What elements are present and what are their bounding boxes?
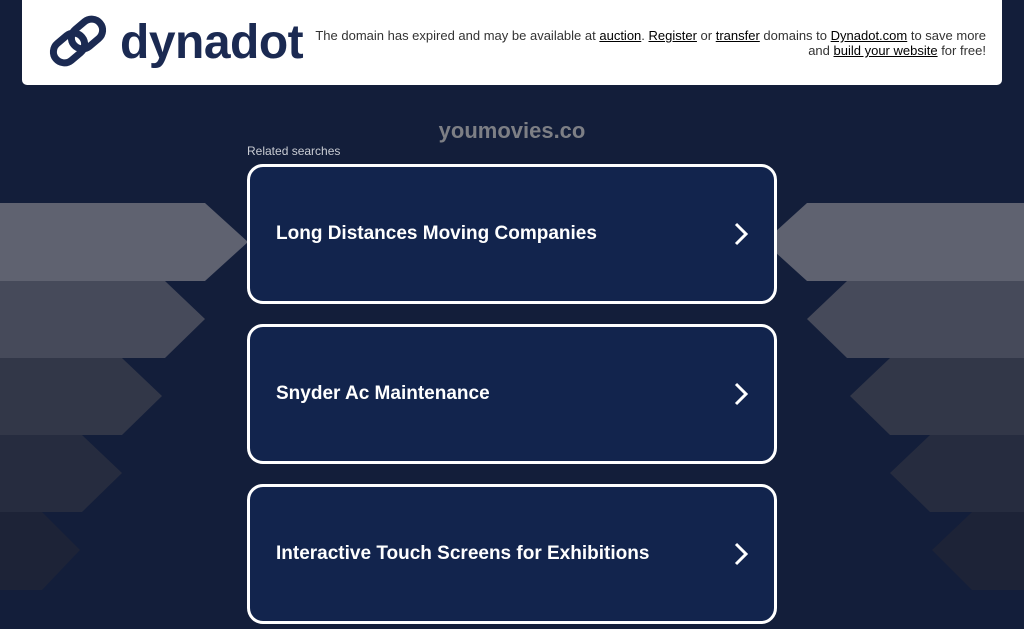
dynadot-logo[interactable]: dynadot <box>48 13 304 73</box>
left-chevron-decoration <box>0 203 248 590</box>
related-searches-label: Related searches <box>247 144 341 158</box>
dynadot-link[interactable]: Dynadot.com <box>831 28 908 43</box>
notice-text: The domain has expired and may be availa… <box>315 28 600 43</box>
notice-text: domains to <box>759 28 831 43</box>
parked-domain-page: dynadot The domain has expired and may b… <box>0 0 1024 629</box>
chevron-band <box>850 358 1024 435</box>
logo-wordmark: dynadot <box>120 16 304 69</box>
chain-link-icon <box>49 15 107 67</box>
search-result-label: Interactive Touch Screens for Exhibition… <box>276 543 650 564</box>
notice-text: for free! <box>937 43 986 58</box>
chevron-band <box>807 281 1024 358</box>
search-result-label: Snyder Ac Maintenance <box>276 383 490 404</box>
chevron-right-icon <box>734 222 749 246</box>
chevron-band <box>764 203 1024 281</box>
domain-title: youmovies.co <box>438 118 586 143</box>
notice-text: . <box>641 28 649 43</box>
search-result-label: Long Distances Moving Companies <box>276 223 597 244</box>
chevron-band <box>0 281 205 358</box>
notice-text: or <box>696 28 716 43</box>
transfer-link[interactable]: transfer <box>716 28 760 43</box>
search-result-card[interactable]: Interactive Touch Screens for Exhibition… <box>247 484 777 624</box>
auction-link[interactable]: auction <box>599 28 641 43</box>
expired-domain-notice: The domain has expired and may be availa… <box>306 28 986 58</box>
chevron-band <box>890 435 1024 512</box>
chevron-band <box>932 512 1024 590</box>
chevron-band <box>0 358 162 435</box>
search-result-card[interactable]: Snyder Ac Maintenance <box>247 324 777 464</box>
chevron-band <box>0 512 80 590</box>
build-website-link[interactable]: build your website <box>834 43 938 58</box>
chevron-right-icon <box>734 542 749 566</box>
chevron-right-icon <box>734 382 749 406</box>
register-link[interactable]: Register <box>649 28 697 43</box>
chevron-band <box>0 435 122 512</box>
right-chevron-decoration <box>764 203 1024 590</box>
chevron-band <box>0 203 248 281</box>
header-banner: dynadot The domain has expired and may b… <box>22 0 1002 85</box>
search-result-card[interactable]: Long Distances Moving Companies <box>247 164 777 304</box>
